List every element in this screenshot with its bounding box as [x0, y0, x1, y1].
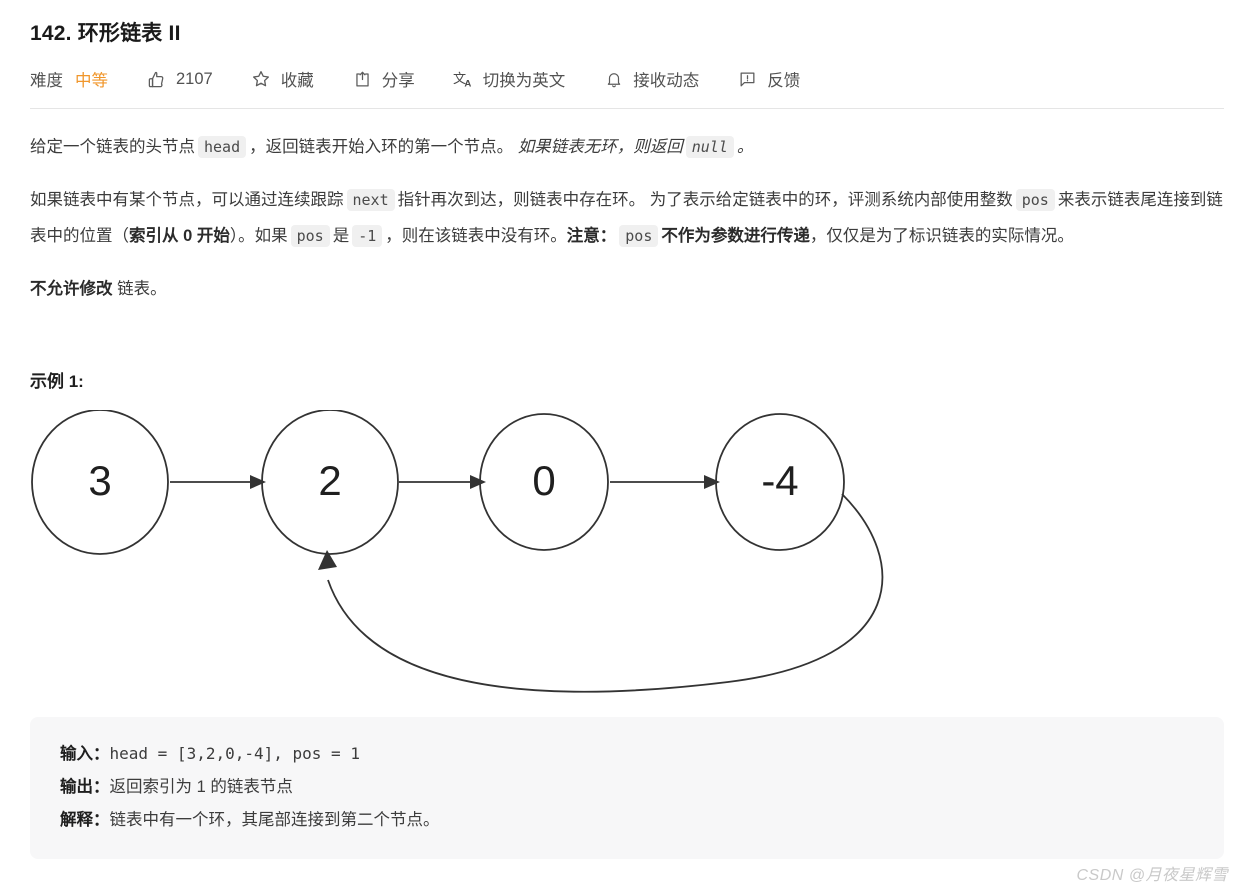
- share-button[interactable]: 分享: [352, 67, 415, 91]
- share-label: 分享: [381, 72, 415, 90]
- code-pos-3: pos: [619, 225, 659, 247]
- p1-italic: 如果链表无环，则返回: [517, 138, 683, 156]
- share-icon: [352, 69, 373, 90]
- p3-bold: 不允许修改: [30, 280, 113, 298]
- favorite-label: 收藏: [280, 72, 314, 90]
- p2-seg1: 如果链表中有某个节点，可以通过连续跟踪: [30, 191, 344, 209]
- translate-label: 切换为英文: [482, 72, 566, 90]
- difficulty-label: 难度: [30, 72, 63, 90]
- p2-seg5: 是: [332, 227, 350, 245]
- toolbar-divider: [30, 108, 1224, 109]
- code-minus-one: -1: [352, 225, 383, 247]
- notify-button[interactable]: 接收动态: [603, 67, 699, 91]
- thumbs-up-icon: [146, 69, 167, 90]
- difficulty-badge: 中等: [75, 72, 108, 90]
- arrowhead-2-3: [704, 475, 720, 489]
- page-title: 142. 环形链表 II: [30, 22, 181, 45]
- bell-icon: [603, 69, 624, 90]
- like-count: 2107: [176, 69, 213, 88]
- example-code-block: 输入：head = [3,2,0,-4], pos = 1 输出：返回索引为 1…: [30, 717, 1224, 859]
- problem-page: 142. 环形链表 II 难度 中等 2107 收藏 分享 文 A 切换为英文 …: [0, 0, 1254, 893]
- code-pos-2: pos: [290, 225, 330, 247]
- star-icon: [251, 69, 272, 90]
- p1-seg1: 给定一个链表的头节点: [30, 138, 195, 156]
- example-explain-line: 解释：链表中有一个环，其尾部连接到第二个节点。: [60, 804, 1194, 837]
- svg-text:A: A: [464, 78, 471, 89]
- p2-bold-note: 注意：: [566, 227, 617, 245]
- feedback-icon: [737, 69, 758, 90]
- node-label-2: 0: [532, 457, 555, 504]
- input-label: 输入：: [60, 745, 110, 763]
- cycle-arrow-path: [327, 493, 884, 693]
- input-value: head = [3,2,0,-4], pos = 1: [109, 744, 360, 763]
- node-label-0: 3: [88, 457, 111, 504]
- p2-bold-nopass: 不作为参数进行传递: [661, 227, 810, 245]
- feedback-label: 反馈: [767, 72, 801, 90]
- node-label-1: 2: [318, 457, 341, 504]
- favorite-button[interactable]: 收藏: [251, 67, 314, 91]
- output-value: 返回索引为 1 的链表节点: [109, 778, 293, 796]
- description-paragraph-3: 不允许修改 链表。: [30, 271, 1224, 307]
- p1-seg2: ，返回链表开始入环的第一个节点。: [249, 138, 514, 156]
- output-label: 输出：: [60, 778, 110, 796]
- notify-label: 接收动态: [633, 72, 700, 90]
- p2-seg4: ）。如果: [229, 227, 288, 245]
- explain-value: 链表中有一个环，其尾部连接到第二个节点。: [109, 811, 440, 829]
- arrowhead-1-2: [470, 475, 486, 489]
- description-paragraph-1: 给定一个链表的头节点 head ，返回链表开始入环的第一个节点。 如果链表无环，则返…: [30, 129, 1224, 165]
- p2-seg6: ，则在该链表中没有环。: [385, 227, 567, 245]
- code-head: head: [198, 136, 247, 158]
- linked-list-diagram: 3 2 0 -4: [28, 409, 1226, 705]
- example-output-line: 输出：返回索引为 1 的链表节点: [60, 771, 1194, 804]
- p3-seg1: 链表。: [117, 280, 167, 298]
- translate-button[interactable]: 文 A 切换为英文: [453, 67, 566, 91]
- feedback-button[interactable]: 反馈: [737, 67, 800, 91]
- p2-seg7: ，仅仅是为了标识链表的实际情况。: [809, 227, 1074, 245]
- p2-bold-index: 索引从 0 开始: [129, 227, 230, 245]
- example-input-line: 输入：head = [3,2,0,-4], pos = 1: [60, 737, 1194, 771]
- code-null: null: [685, 136, 734, 158]
- p1-seg3: 。: [736, 138, 754, 156]
- problem-description: 给定一个链表的头节点 head ，返回链表开始入环的第一个节点。 如果链表无环，则返…: [30, 129, 1224, 307]
- csdn-watermark: CSDN @月夜星辉雪: [1076, 867, 1228, 884]
- code-next: next: [346, 189, 395, 211]
- example-heading: 示例 1:: [30, 372, 84, 391]
- like-button[interactable]: 2107: [146, 69, 213, 90]
- p2-seg2: 指针再次到达，则链表中存在环。 为了表示给定链表中的环，评测系统内部使用整数: [397, 191, 1013, 209]
- difficulty-group: 难度 中等: [30, 67, 108, 91]
- arrowhead-0-1: [250, 475, 266, 489]
- node-label-3: -4: [761, 457, 798, 504]
- translate-icon: 文 A: [453, 69, 474, 90]
- problem-toolbar: 难度 中等 2107 收藏 分享 文 A 切换为英文 接收动态 反馈: [30, 64, 1226, 94]
- explain-label: 解释：: [60, 811, 110, 829]
- description-paragraph-2: 如果链表中有某个节点，可以通过连续跟踪 next 指针再次到达，则链表中存在环。 为…: [30, 182, 1224, 254]
- linked-list-svg: 3 2 0 -4: [31, 409, 884, 693]
- code-pos-1: pos: [1015, 189, 1055, 211]
